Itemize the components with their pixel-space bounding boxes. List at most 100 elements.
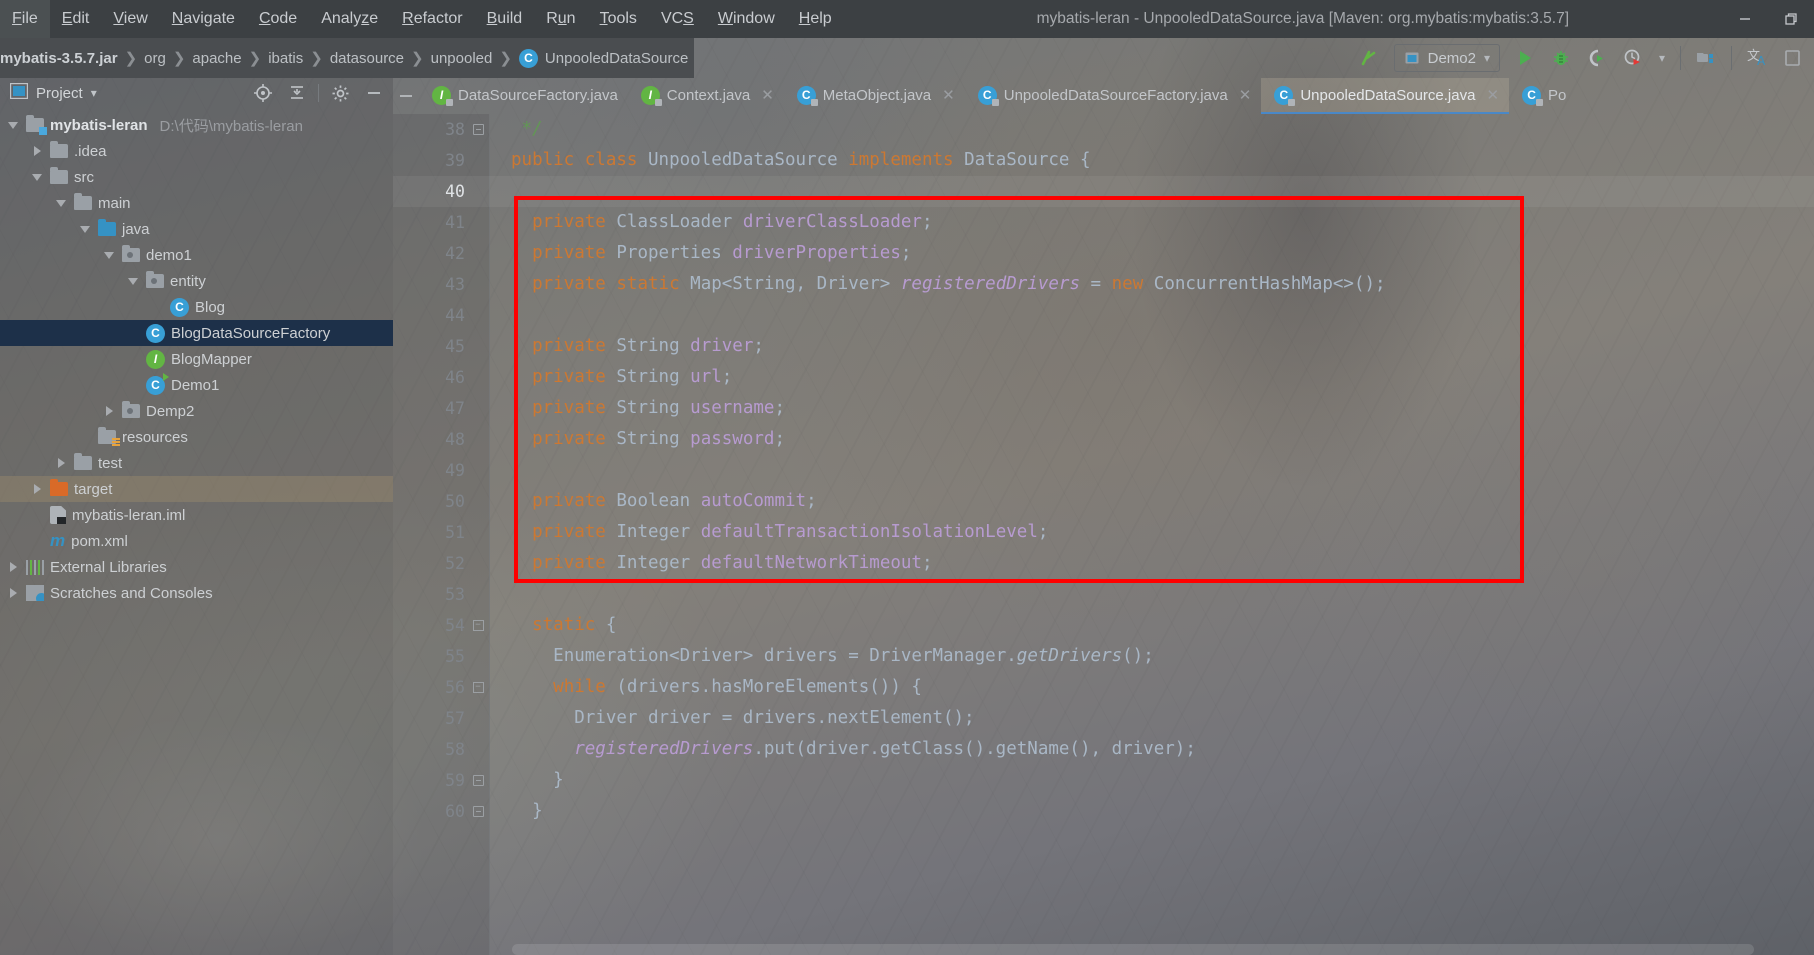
chevron-right-icon[interactable]	[6, 560, 20, 574]
chevron-right-icon[interactable]	[30, 482, 44, 496]
tree-node-main[interactable]: main	[0, 190, 393, 216]
fold-end-icon[interactable]	[471, 114, 485, 145]
menu-item-edit[interactable]: Edit	[50, 0, 102, 38]
tree-node-blogmapper[interactable]: I BlogMapper	[0, 346, 393, 372]
menu-item-build[interactable]: Build	[475, 0, 535, 38]
code-line[interactable]: 54− static {	[393, 610, 1814, 641]
code-line[interactable]: 60 }	[393, 796, 1814, 827]
code-line[interactable]: 56− while (drivers.hasMoreElements()) {	[393, 672, 1814, 703]
close-icon[interactable]: ✕	[761, 86, 774, 104]
tree-node-resources[interactable]: resources	[0, 424, 393, 450]
tree-node-src[interactable]: src	[0, 164, 393, 190]
chevron-right-icon[interactable]	[6, 586, 20, 600]
tree-node-blogdatasourcefactory[interactable]: C BlogDataSourceFactory	[0, 320, 393, 346]
editor-tab-po[interactable]: C Po	[1509, 78, 1576, 114]
tree-node-entity[interactable]: entity	[0, 268, 393, 294]
tree-node-demp2[interactable]: Demp2	[0, 398, 393, 424]
chevron-right-icon[interactable]	[30, 144, 44, 158]
chevron-down-icon[interactable]	[102, 248, 116, 262]
close-icon[interactable]: ✕	[1239, 86, 1252, 104]
tree-node-mybatis-leran-iml[interactable]: mybatis-leran.iml	[0, 502, 393, 528]
code-line[interactable]: 46 private String url;	[393, 362, 1814, 393]
breadcrumb-item-datasource[interactable]: datasource	[324, 38, 410, 78]
chevron-down-icon[interactable]	[30, 170, 44, 184]
menu-item-tools[interactable]: Tools	[588, 0, 649, 38]
run-configuration-selector[interactable]: Demo2 ▾	[1393, 44, 1500, 72]
code-line[interactable]: 48 private String password;	[393, 424, 1814, 455]
breadcrumb-item-org[interactable]: org	[138, 38, 172, 78]
menu-item-vcs[interactable]: VCS	[649, 0, 706, 38]
breadcrumb-item-ibatis[interactable]: ibatis	[262, 38, 309, 78]
editor-tab-context-java[interactable]: I Context.java ✕	[628, 78, 784, 114]
chevron-down-icon[interactable]	[6, 118, 20, 132]
tree-node-java[interactable]: java	[0, 216, 393, 242]
close-icon[interactable]: ✕	[1486, 86, 1499, 104]
code-line[interactable]: 51 private Integer defaultTransactionIso…	[393, 517, 1814, 548]
tree-node-mybatis-leran[interactable]: mybatis-leran D:\代码\mybatis-leran	[0, 112, 393, 138]
chevron-down-icon[interactable]	[54, 196, 68, 210]
code-line[interactable]: 42 private Properties driverProperties;	[393, 238, 1814, 269]
breadcrumb-item-unpooleddatasource[interactable]: C UnpooledDataSource	[513, 38, 694, 78]
tree-node-idea[interactable]: .idea	[0, 138, 393, 164]
fold-collapse-icon[interactable]: −	[471, 610, 485, 641]
debug-icon[interactable]	[1544, 42, 1578, 74]
gear-icon[interactable]	[327, 80, 353, 106]
code-line[interactable]: 40	[393, 176, 1814, 207]
code-line[interactable]: 47 private String username;	[393, 393, 1814, 424]
chevron-right-icon[interactable]	[54, 456, 68, 470]
fold-end-icon[interactable]	[471, 765, 485, 796]
code-line[interactable]: 41 private ClassLoader driverClassLoader…	[393, 207, 1814, 238]
code-content[interactable]: 38 */ 39 public class UnpooledDataSource i…	[393, 114, 1814, 955]
tree-node-demo1[interactable]: demo1	[0, 242, 393, 268]
tree-node-external-libraries[interactable]: External Libraries	[0, 554, 393, 580]
horizontal-scrollbar[interactable]	[512, 944, 1754, 955]
back-arrow-icon[interactable]	[1352, 42, 1386, 74]
tree-node-pom-xml[interactable]: m pom.xml	[0, 528, 393, 554]
collapse-all-icon[interactable]	[284, 80, 310, 106]
code-line[interactable]: 59 }	[393, 765, 1814, 796]
editor-tab-unpooleddatasourcefactory-java[interactable]: C UnpooledDataSourceFactory.java ✕	[965, 78, 1262, 114]
tree-node-demo1[interactable]: C Demo1	[0, 372, 393, 398]
fold-collapse-icon[interactable]: −	[471, 672, 485, 703]
tree-node-target[interactable]: target	[0, 476, 393, 502]
select-opened-file-icon[interactable]	[250, 80, 276, 106]
hide-icon[interactable]	[361, 80, 387, 106]
menu-item-file[interactable]: File	[0, 0, 50, 38]
close-icon[interactable]: ✕	[942, 86, 955, 104]
project-structure-icon[interactable]	[1689, 42, 1723, 74]
menu-item-navigate[interactable]: Navigate	[160, 0, 247, 38]
breadcrumb-item-mybatis-3-5-7-jar[interactable]: mybatis-3.5.7.jar	[0, 38, 124, 78]
tree-node-test[interactable]: test	[0, 450, 393, 476]
menu-item-view[interactable]: View	[101, 0, 159, 38]
breadcrumb-item-apache[interactable]: apache	[186, 38, 247, 78]
editor-tab-datasourcefactory-java[interactable]: I DataSourceFactory.java	[419, 78, 628, 114]
search-everywhere-icon[interactable]	[1776, 42, 1810, 74]
menu-item-code[interactable]: Code	[247, 0, 309, 38]
code-line[interactable]: 50 private Boolean autoCommit;	[393, 486, 1814, 517]
code-editor[interactable]: 38 */ 39 public class UnpooledDataSource i…	[393, 114, 1814, 955]
run-with-coverage-icon[interactable]	[1580, 42, 1614, 74]
code-line[interactable]: 49	[393, 455, 1814, 486]
fold-end-icon[interactable]	[471, 796, 485, 827]
menu-item-window[interactable]: Window	[706, 0, 787, 38]
chevron-down-icon[interactable]	[78, 222, 92, 236]
menu-item-run[interactable]: Run	[534, 0, 587, 38]
minimize-button[interactable]	[1722, 0, 1768, 38]
code-line[interactable]: 52 private Integer defaultNetworkTimeout…	[393, 548, 1814, 579]
editor-tab-unpooleddatasource-java[interactable]: C UnpooledDataSource.java ✕	[1261, 78, 1510, 114]
code-line[interactable]: 43 private static Map<String, Driver> re…	[393, 269, 1814, 300]
profiler-dropdown-icon[interactable]: ▾	[1652, 42, 1672, 74]
code-line[interactable]: 45 private String driver;	[393, 331, 1814, 362]
translate-icon[interactable]: 文 A	[1740, 42, 1774, 74]
run-icon[interactable]	[1508, 42, 1542, 74]
breadcrumb-item-unpooled[interactable]: unpooled	[425, 38, 499, 78]
code-line[interactable]: 44	[393, 300, 1814, 331]
code-line[interactable]: 38 */	[393, 114, 1814, 145]
tree-node-scratches-and-consoles[interactable]: Scratches and Consoles	[0, 580, 393, 606]
restore-button[interactable]	[1768, 0, 1814, 38]
profiler-icon[interactable]	[1616, 42, 1650, 74]
menu-item-help[interactable]: Help	[787, 0, 844, 38]
code-line[interactable]: 58 registeredDrivers.put(driver.getClass…	[393, 734, 1814, 765]
chevron-right-icon[interactable]	[102, 404, 116, 418]
menu-item-refactor[interactable]: Refactor	[390, 0, 474, 38]
